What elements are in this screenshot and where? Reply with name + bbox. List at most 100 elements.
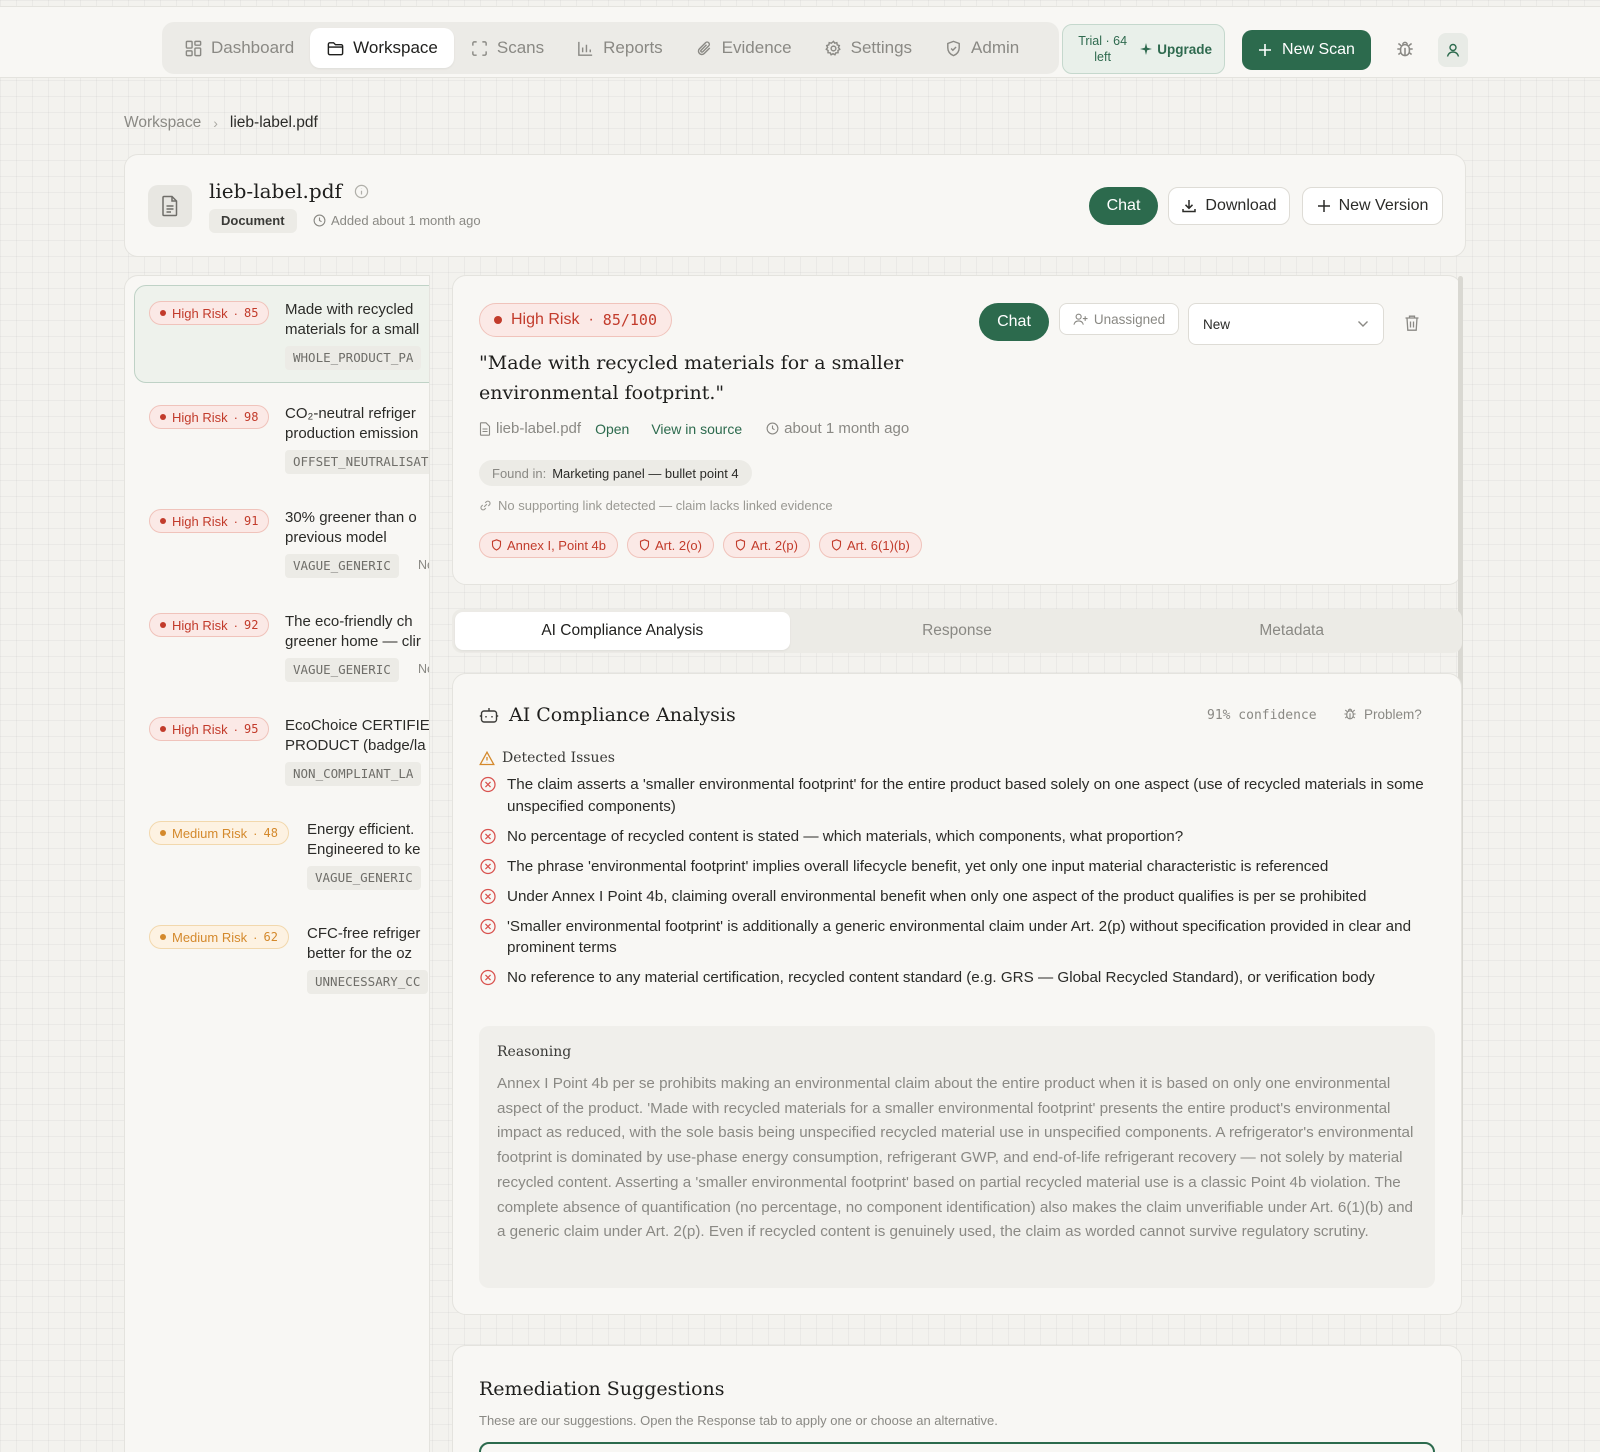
report-problem-label: Problem? [1364, 706, 1422, 722]
risk-score: 91 [243, 514, 259, 528]
trash-icon[interactable] [1404, 314, 1420, 332]
document-title-text: lieb-label.pdf [209, 179, 342, 203]
risk-score: 48 [263, 826, 278, 840]
assignee-button[interactable]: Unassigned [1059, 303, 1179, 335]
main-nav: Dashboard Workspace Scans Reports Eviden… [162, 22, 1059, 74]
plus-icon [1317, 200, 1330, 212]
open-file-link[interactable]: Open [595, 421, 629, 437]
nav-admin[interactable]: Admin [928, 28, 1035, 68]
issue-item: No reference to any material certificati… [479, 967, 1429, 989]
risk-badge: High Risk · 92 [149, 613, 270, 637]
shield-icon [491, 539, 502, 551]
risk-badge: High Risk · 85 [149, 301, 270, 325]
claim-risk-score: 85/100 [602, 311, 657, 329]
download-button[interactable]: Download [1168, 187, 1290, 225]
claim-summary: EcoChoice CERTIFIE PRODUCT (badge/la [285, 717, 430, 754]
claim-type-tag: NON_COMPLIANT_LA [285, 762, 422, 786]
risk-badge: High Risk · 91 [149, 509, 270, 533]
claim-type-tag: UNNECESSARY_CC [307, 970, 429, 994]
risk-badge: High Risk · 98 [149, 405, 270, 429]
chevron-right-icon: › [213, 115, 218, 131]
shield-icon [639, 539, 650, 551]
regulation-chip[interactable]: Annex I, Point 4b [479, 532, 619, 558]
nav-settings-label: Settings [850, 38, 913, 57]
claim-summary: 30% greener than o previous model [285, 509, 417, 546]
user-avatar[interactable] [1438, 33, 1468, 67]
bug-report-icon[interactable] [1394, 38, 1416, 60]
new-scan-button[interactable]: New Scan [1242, 30, 1371, 70]
shield-icon [831, 539, 842, 551]
report-problem-button[interactable]: Problem? [1342, 706, 1422, 722]
file-icon [479, 421, 491, 436]
x-circle-icon [480, 969, 496, 986]
bug-icon [1344, 708, 1356, 720]
x-circle-icon [480, 828, 496, 844]
claim-item[interactable]: Medium Risk · 62 CFC-free refriger better f… [134, 909, 429, 1007]
nav-evidence-label: Evidence [721, 38, 792, 57]
claim-item[interactable]: High Risk · 91 30% greener than o previous … [134, 493, 429, 591]
issue-item: No percentage of recycled content is sta… [479, 826, 1429, 848]
info-icon[interactable] [354, 184, 369, 199]
download-label: Download [1205, 197, 1277, 214]
nav-scans-label: Scans [496, 38, 545, 57]
document-chat-button[interactable]: Chat [1089, 187, 1158, 225]
claim-chat-button[interactable]: Chat [979, 303, 1049, 341]
detected-issues-label: Detected Issues [502, 750, 615, 766]
risk-label: High Risk [172, 305, 228, 321]
upgrade-link[interactable]: Upgrade [1140, 42, 1212, 57]
gear-icon [824, 39, 841, 56]
claim-detail-card: High Risk · 85/100 "Made with recycled m… [452, 275, 1462, 585]
regulation-references: Annex I, Point 4b Art. 2(o) Art. 2(p) Ar… [479, 532, 922, 558]
trial-upgrade-box[interactable]: Trial · 64 left Upgrade [1062, 24, 1225, 74]
breadcrumb: Workspace › lieb-label.pdf [124, 114, 318, 132]
detected-issues-heading: Detected Issues [479, 750, 615, 766]
claim-summary: CO₂-neutral refriger production emission [285, 405, 419, 442]
claim-type-tag: OFFSET_NEUTRALISAT [285, 450, 429, 474]
nav-reports[interactable]: Reports [560, 28, 679, 68]
claim-summary: Made with recycled materials for a small [285, 301, 420, 338]
claim-item[interactable]: High Risk · 92 The eco-friendly ch greener … [134, 597, 429, 695]
risk-label: High Risk [172, 617, 228, 633]
tab-response[interactable]: Response [790, 612, 1125, 650]
view-in-source-link[interactable]: View in source [651, 421, 742, 437]
confidence-score: 91% confidence [1207, 708, 1317, 723]
found-in-prefix: Found in: [492, 465, 547, 481]
claim-item[interactable]: High Risk · 95 EcoChoice CERTIFIE PRODUCT (… [134, 701, 430, 799]
remediation-option[interactable] [479, 1442, 1435, 1452]
nav-dashboard[interactable]: Dashboard [168, 28, 310, 68]
top-bar: Dashboard Workspace Scans Reports Eviden… [0, 6, 1600, 78]
clock-icon [766, 422, 779, 435]
nav-settings[interactable]: Settings [808, 28, 928, 68]
nav-dashboard-label: Dashboard [211, 38, 295, 57]
chevron-down-icon [1358, 321, 1368, 327]
risk-badge: Medium Risk · 48 [149, 821, 289, 845]
regulation-chip[interactable]: Art. 2(o) [627, 532, 714, 558]
risk-label: Medium Risk [172, 929, 248, 945]
document-type-badge: Document [209, 209, 297, 233]
regulation-chip[interactable]: Art. 2(p) [722, 532, 810, 558]
download-icon [1182, 200, 1197, 213]
risk-label: Medium Risk [172, 825, 248, 841]
risk-label: High Risk [172, 409, 228, 425]
scan-icon [472, 40, 487, 56]
detail-tabs: AI Compliance Analysis Response Metadata [452, 609, 1462, 653]
claim-item[interactable]: High Risk · 85 Made with recycled materials… [134, 285, 429, 383]
claim-quote: "Made with recycled materials for a smal… [479, 352, 904, 404]
risk-label: High Risk [172, 513, 228, 529]
nav-evidence[interactable]: Evidence [679, 28, 808, 68]
tab-ai-compliance-analysis[interactable]: AI Compliance Analysis [455, 612, 790, 650]
claim-item[interactable]: High Risk · 98 CO₂-neutral refriger product… [134, 389, 429, 487]
document-added-text: Added about 1 month ago [331, 213, 481, 228]
breadcrumb-workspace[interactable]: Workspace [124, 114, 201, 132]
risk-score: 92 [243, 618, 259, 632]
folder-icon [327, 41, 344, 55]
claim-item[interactable]: Medium Risk · 48 Energy efficient. Engineer… [134, 805, 429, 903]
nav-workspace[interactable]: Workspace [310, 28, 454, 68]
x-circle-icon [480, 858, 496, 874]
tab-metadata[interactable]: Metadata [1124, 612, 1459, 650]
status-select[interactable]: New [1188, 303, 1384, 345]
new-version-button[interactable]: New Version [1302, 187, 1443, 225]
claim-status: Ne [418, 662, 429, 676]
regulation-chip[interactable]: Art. 6(1)(b) [818, 532, 922, 558]
nav-scans[interactable]: Scans [454, 28, 560, 68]
